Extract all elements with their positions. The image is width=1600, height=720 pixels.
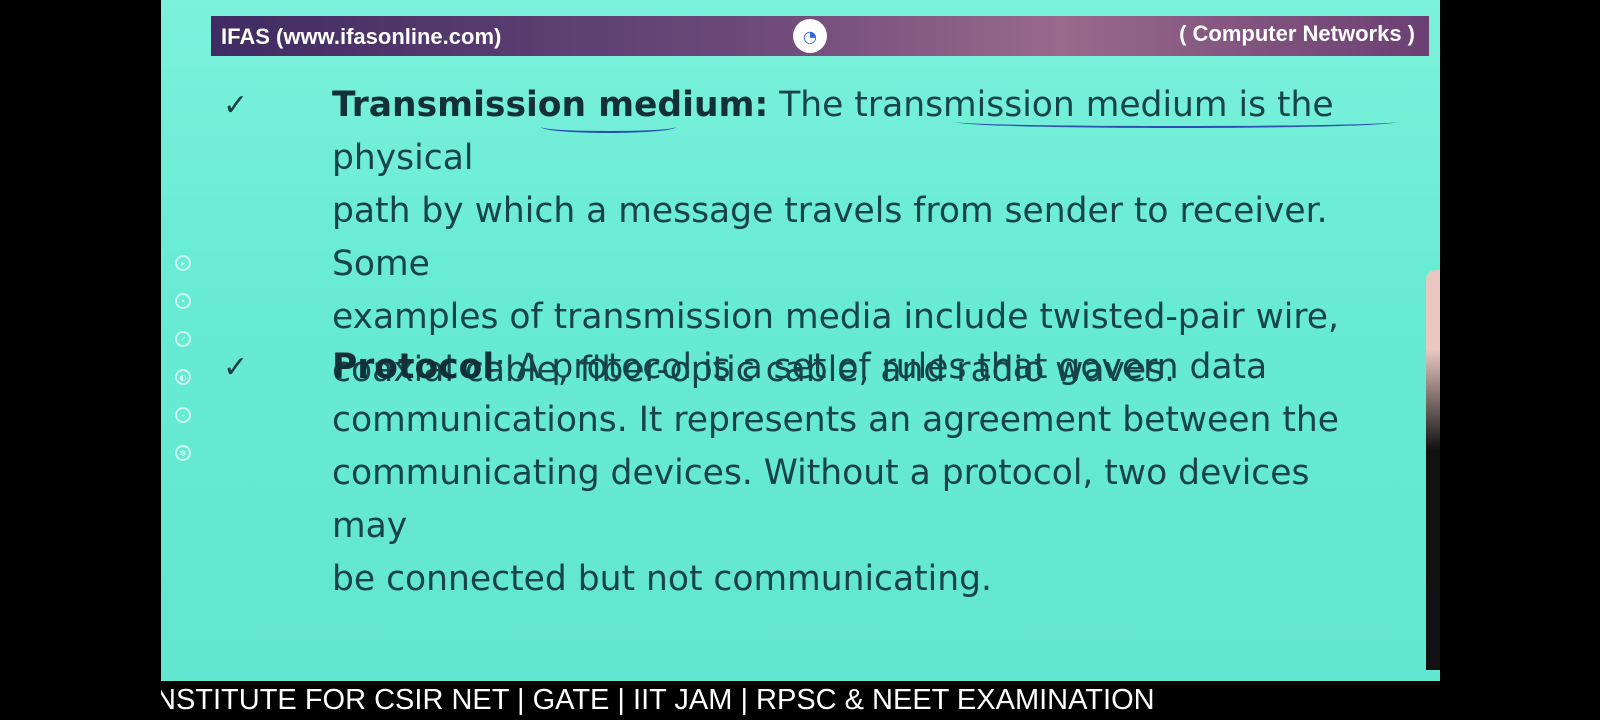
settings-icon[interactable]: ✻ [175,445,191,461]
bullet-line: communications. It represents an agreeme… [332,400,1339,440]
header-subject-title: ( Computer Networks ) [1179,21,1415,46]
bullet-line: examples of transmission media include t… [332,297,1340,337]
slide-header-bar: IFAS (www.ifasonline.com) ◔ ( Computer N… [211,16,1429,56]
pen-icon[interactable]: ✓ [175,331,191,347]
bullet-term: Transmission medium: [332,85,769,125]
eraser-icon[interactable]: – [175,407,191,423]
header-site-title: IFAS (www.ifasonline.com) [221,24,502,49]
annotation-toolbar: ▸ • ✓ ◐ – ✻ [175,255,195,483]
bullet-term: Protocol [332,347,495,387]
bullet-protocol: ✓ Protocol: A protocol is a set of rules… [223,341,1383,606]
ink-underline [541,121,676,133]
bullet-text: Protocol: A protocol is a set of rules t… [332,341,1383,606]
bullet-line: path by which a message travels from sen… [332,191,1328,284]
checkmark-icon: ✓ [223,88,249,123]
news-ticker: NSTITUTE FOR CSIR NET | GATE | IIT JAM |… [161,681,1440,720]
record-icon[interactable]: • [175,293,191,309]
bullet-line: be connected but not communicating. [332,559,992,599]
checkmark-icon: ✓ [223,350,249,385]
highlighter-icon[interactable]: ◐ [175,369,191,385]
ifas-logo-icon: ◔ [793,19,827,53]
presentation-slide: IFAS (www.ifasonline.com) ◔ ( Computer N… [161,0,1440,681]
ink-underline [956,116,1396,128]
presenter-silhouette [1426,270,1440,670]
ticker-text: NSTITUTE FOR CSIR NET | GATE | IIT JAM |… [161,684,1155,716]
bullet-line: : A protocol is a set of rules that gove… [494,347,1268,387]
bullet-line: communicating devices. Without a protoco… [332,453,1310,546]
play-icon[interactable]: ▸ [175,255,191,271]
